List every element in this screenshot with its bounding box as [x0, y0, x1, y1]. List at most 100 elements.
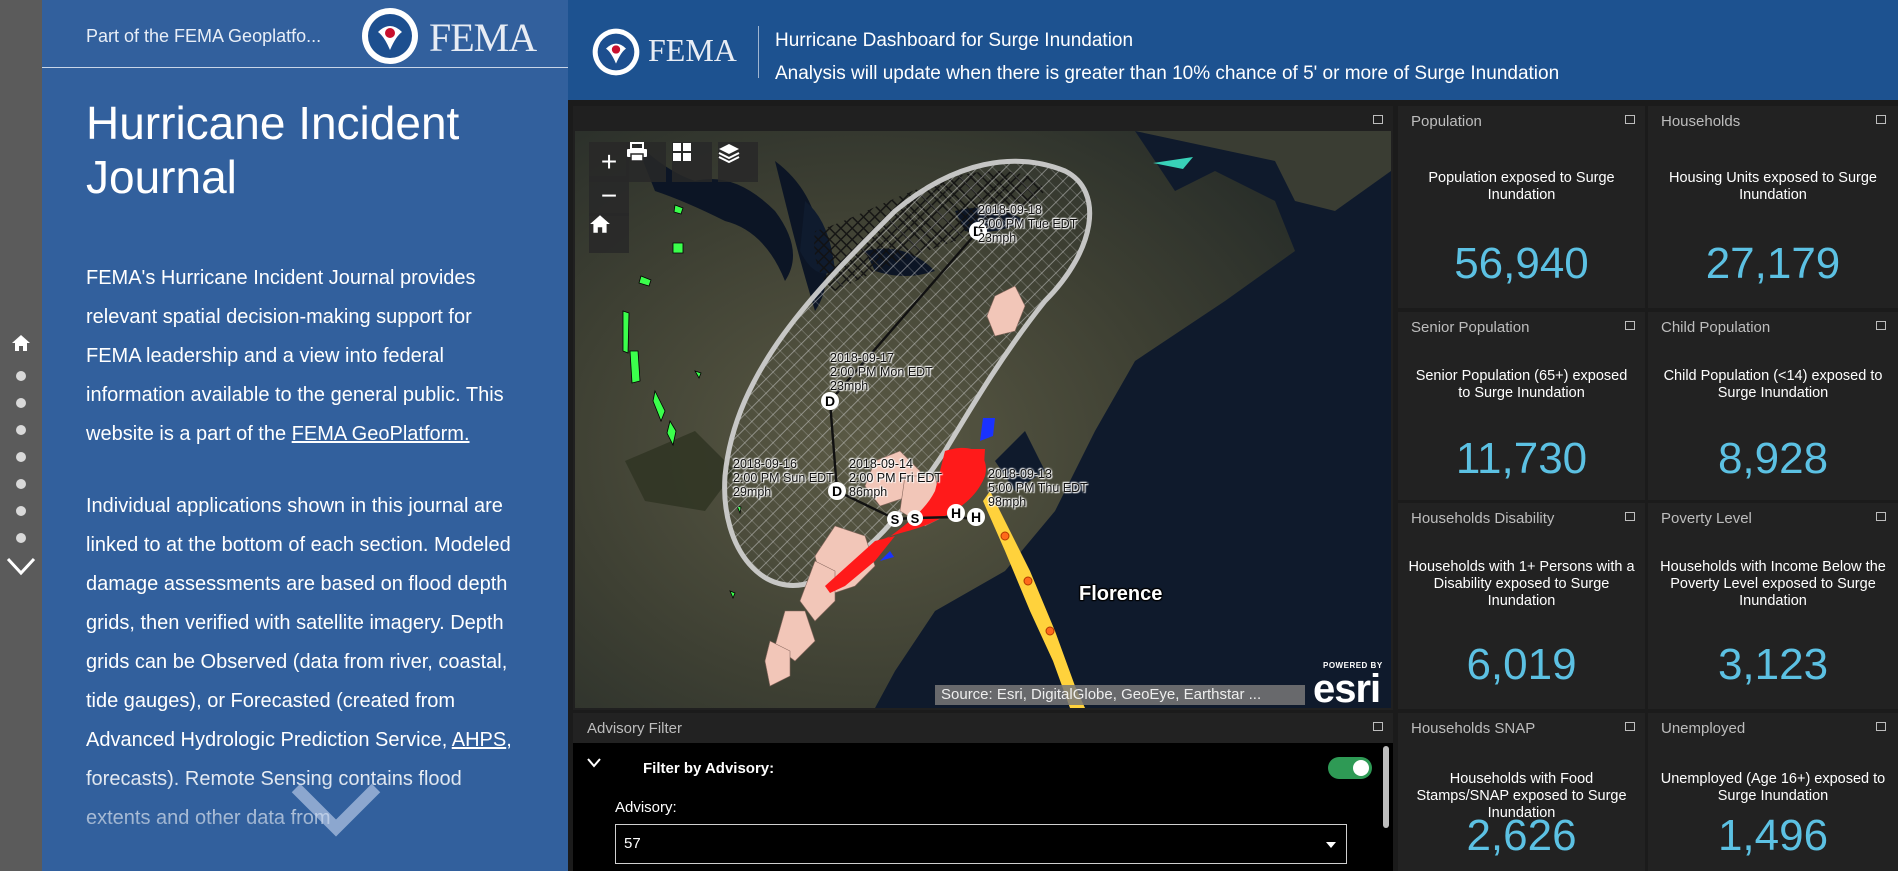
- svg-text:D: D: [825, 393, 835, 409]
- maximize-icon[interactable]: [1625, 321, 1635, 330]
- card-description: Unemployed (Age 16+) exposed to Surge In…: [1660, 771, 1886, 804]
- card-title: Households Disability: [1411, 510, 1555, 527]
- dropdown-caret-icon: [1326, 842, 1336, 848]
- advisory-select-value: 57: [624, 835, 641, 852]
- advisory-label: Advisory:: [615, 799, 677, 816]
- card-description: Senior Population (65+) exposed to Surge…: [1415, 368, 1628, 401]
- basemap-gallery-button[interactable]: [672, 142, 712, 182]
- card-households: Households Housing Units exposed to Surg…: [1648, 106, 1898, 308]
- layers-icon: [718, 144, 740, 164]
- chevron-down-icon[interactable]: [6, 555, 36, 577]
- advisory-filter-toggle[interactable]: [1328, 757, 1372, 779]
- card-title: Households SNAP: [1411, 720, 1536, 737]
- track-label-0916: 2018-09-16 2:00 PM Sun EDT 29mph: [733, 457, 834, 499]
- card-description: Child Population (<14) exposed to Surge …: [1663, 368, 1883, 401]
- dhs-seal-logo: [362, 8, 418, 64]
- home-extent-button[interactable]: [589, 213, 629, 253]
- svg-text:S: S: [911, 511, 920, 526]
- map-panel: D D D S S H H 2018-09-18 2:00 PM Tue EDT…: [573, 106, 1393, 710]
- dashboard-header: FEMA Hurricane Dashboard for Surge Inund…: [568, 0, 1898, 100]
- card-value: 8,928: [1717, 434, 1829, 483]
- card-description: Housing Units exposed to Surge Inundatio…: [1669, 170, 1877, 203]
- maximize-icon[interactable]: [1625, 722, 1635, 731]
- storm-name-label: Florence: [1079, 583, 1163, 605]
- card-value: 3,123: [1717, 640, 1829, 689]
- card-value: 6,019: [1466, 640, 1577, 689]
- maximize-icon[interactable]: [1373, 115, 1383, 124]
- card-description: Households with 1+ Persons with a Disabi…: [1408, 559, 1635, 609]
- card-title: Senior Population: [1411, 319, 1530, 336]
- print-icon: [627, 142, 647, 162]
- card-households-disability: Households Disability Households with 1+…: [1398, 503, 1645, 709]
- print-button[interactable]: [626, 142, 666, 182]
- map-view[interactable]: D D D S S H H 2018-09-18 2:00 PM Tue EDT…: [575, 131, 1391, 708]
- card-senior-population: Senior Population Senior Population (65+…: [1398, 312, 1645, 500]
- intro-paragraph: FEMA's Hurricane Incident Journal provid…: [86, 267, 504, 445]
- card-description: Population exposed to Surge Inundation: [1428, 170, 1615, 203]
- card-value: 1,496: [1717, 811, 1829, 860]
- zoom-out-button[interactable]: −: [589, 176, 629, 216]
- filter-scrollbar[interactable]: [1383, 746, 1389, 828]
- maximize-icon[interactable]: [1373, 722, 1383, 731]
- card-population: Population Population exposed to Surge I…: [1398, 106, 1645, 308]
- maximize-icon[interactable]: [1876, 115, 1886, 124]
- nav-dot-2[interactable]: [16, 398, 26, 408]
- nav-dot-4[interactable]: [16, 452, 26, 462]
- ahps-link[interactable]: AHPS: [452, 729, 506, 751]
- nav-dot-5[interactable]: [16, 479, 26, 489]
- card-value: 27,179: [1705, 239, 1841, 288]
- layer-list-button[interactable]: [718, 142, 758, 182]
- geoplatform-link[interactable]: Part of the FEMA Geoplatfo...: [86, 26, 321, 47]
- maximize-icon[interactable]: [1876, 512, 1886, 521]
- card-description: Households with Income Below the Poverty…: [1660, 559, 1886, 609]
- card-value: 11,730: [1455, 434, 1588, 483]
- toggle-knob: [1353, 760, 1369, 776]
- track-label-0918: 2018-09-18 2:00 PM Tue EDT 23mph: [978, 203, 1078, 245]
- card-title: Child Population: [1661, 319, 1771, 336]
- card-households-snap: Households SNAP Households with Food Sta…: [1398, 713, 1645, 871]
- advisory-filter-header: Advisory Filter: [573, 713, 1393, 743]
- maximize-icon[interactable]: [1876, 321, 1886, 330]
- card-value: 2,626: [1466, 811, 1577, 860]
- card-title: Households: [1661, 113, 1741, 130]
- story-panel: Part of the FEMA Geoplatfo... FEMA Hurri…: [42, 0, 568, 871]
- nav-dot-3[interactable]: [16, 425, 26, 435]
- header-divider: [758, 26, 759, 78]
- card-title: Unemployed: [1661, 720, 1746, 737]
- track-label-0917: 2018-09-17 2:00 PM Mon EDT 23mph: [830, 351, 933, 393]
- home-icon: [590, 215, 610, 233]
- card-poverty-level: Poverty Level Households with Income Bel…: [1648, 503, 1898, 709]
- esri-wordmark: esri: [1313, 667, 1381, 708]
- fema-logo: FEMA: [429, 15, 537, 60]
- track-label-0913: 2018-09-13 5:00 PM Thu EDT 98mph: [988, 467, 1088, 509]
- fema-geoplatform-link[interactable]: FEMA GeoPlatform.: [292, 423, 470, 445]
- advisory-filter-panel: Advisory Filter Filter by Advisory: Advi…: [573, 713, 1393, 871]
- card-unemployed: Unemployed Unemployed (Age 16+) exposed …: [1648, 713, 1898, 871]
- scroll-down-icon[interactable]: [286, 780, 386, 840]
- story-topbar: Part of the FEMA Geoplatfo... FEMA: [42, 0, 568, 68]
- maximize-icon[interactable]: [1876, 722, 1886, 731]
- svg-text:S: S: [891, 512, 900, 527]
- dashboard-subtitle: Analysis will update when there is great…: [775, 63, 1560, 84]
- nav-dot-6[interactable]: [16, 506, 26, 516]
- card-value: 56,940: [1454, 239, 1589, 288]
- svg-text:H: H: [971, 509, 981, 525]
- dhs-seal-logo: [592, 28, 640, 76]
- nav-dot-7[interactable]: [16, 533, 26, 543]
- svg-text:H: H: [951, 505, 961, 521]
- home-icon[interactable]: [11, 333, 31, 353]
- filter-by-advisory-label: Filter by Advisory:: [643, 760, 775, 777]
- advisory-select[interactable]: 57: [615, 824, 1347, 864]
- maximize-icon[interactable]: [1625, 115, 1635, 124]
- nav-dot-1[interactable]: [16, 371, 26, 381]
- navigation-rail: [0, 0, 42, 871]
- dashboard-title: Hurricane Dashboard for Surge Inundation: [775, 30, 1134, 51]
- maximize-icon[interactable]: [1625, 512, 1635, 521]
- card-child-population: Child Population Child Population (<14) …: [1648, 312, 1898, 500]
- chevron-down-icon[interactable]: [586, 757, 602, 769]
- card-title: Poverty Level: [1661, 510, 1752, 527]
- card-title: Population: [1411, 113, 1482, 130]
- fema-logo: FEMA: [648, 32, 737, 68]
- map-attribution[interactable]: Source: Esri, DigitalGlobe, GeoEye, Eart…: [935, 685, 1305, 705]
- esri-logo[interactable]: POWERED BY esri: [1313, 661, 1383, 708]
